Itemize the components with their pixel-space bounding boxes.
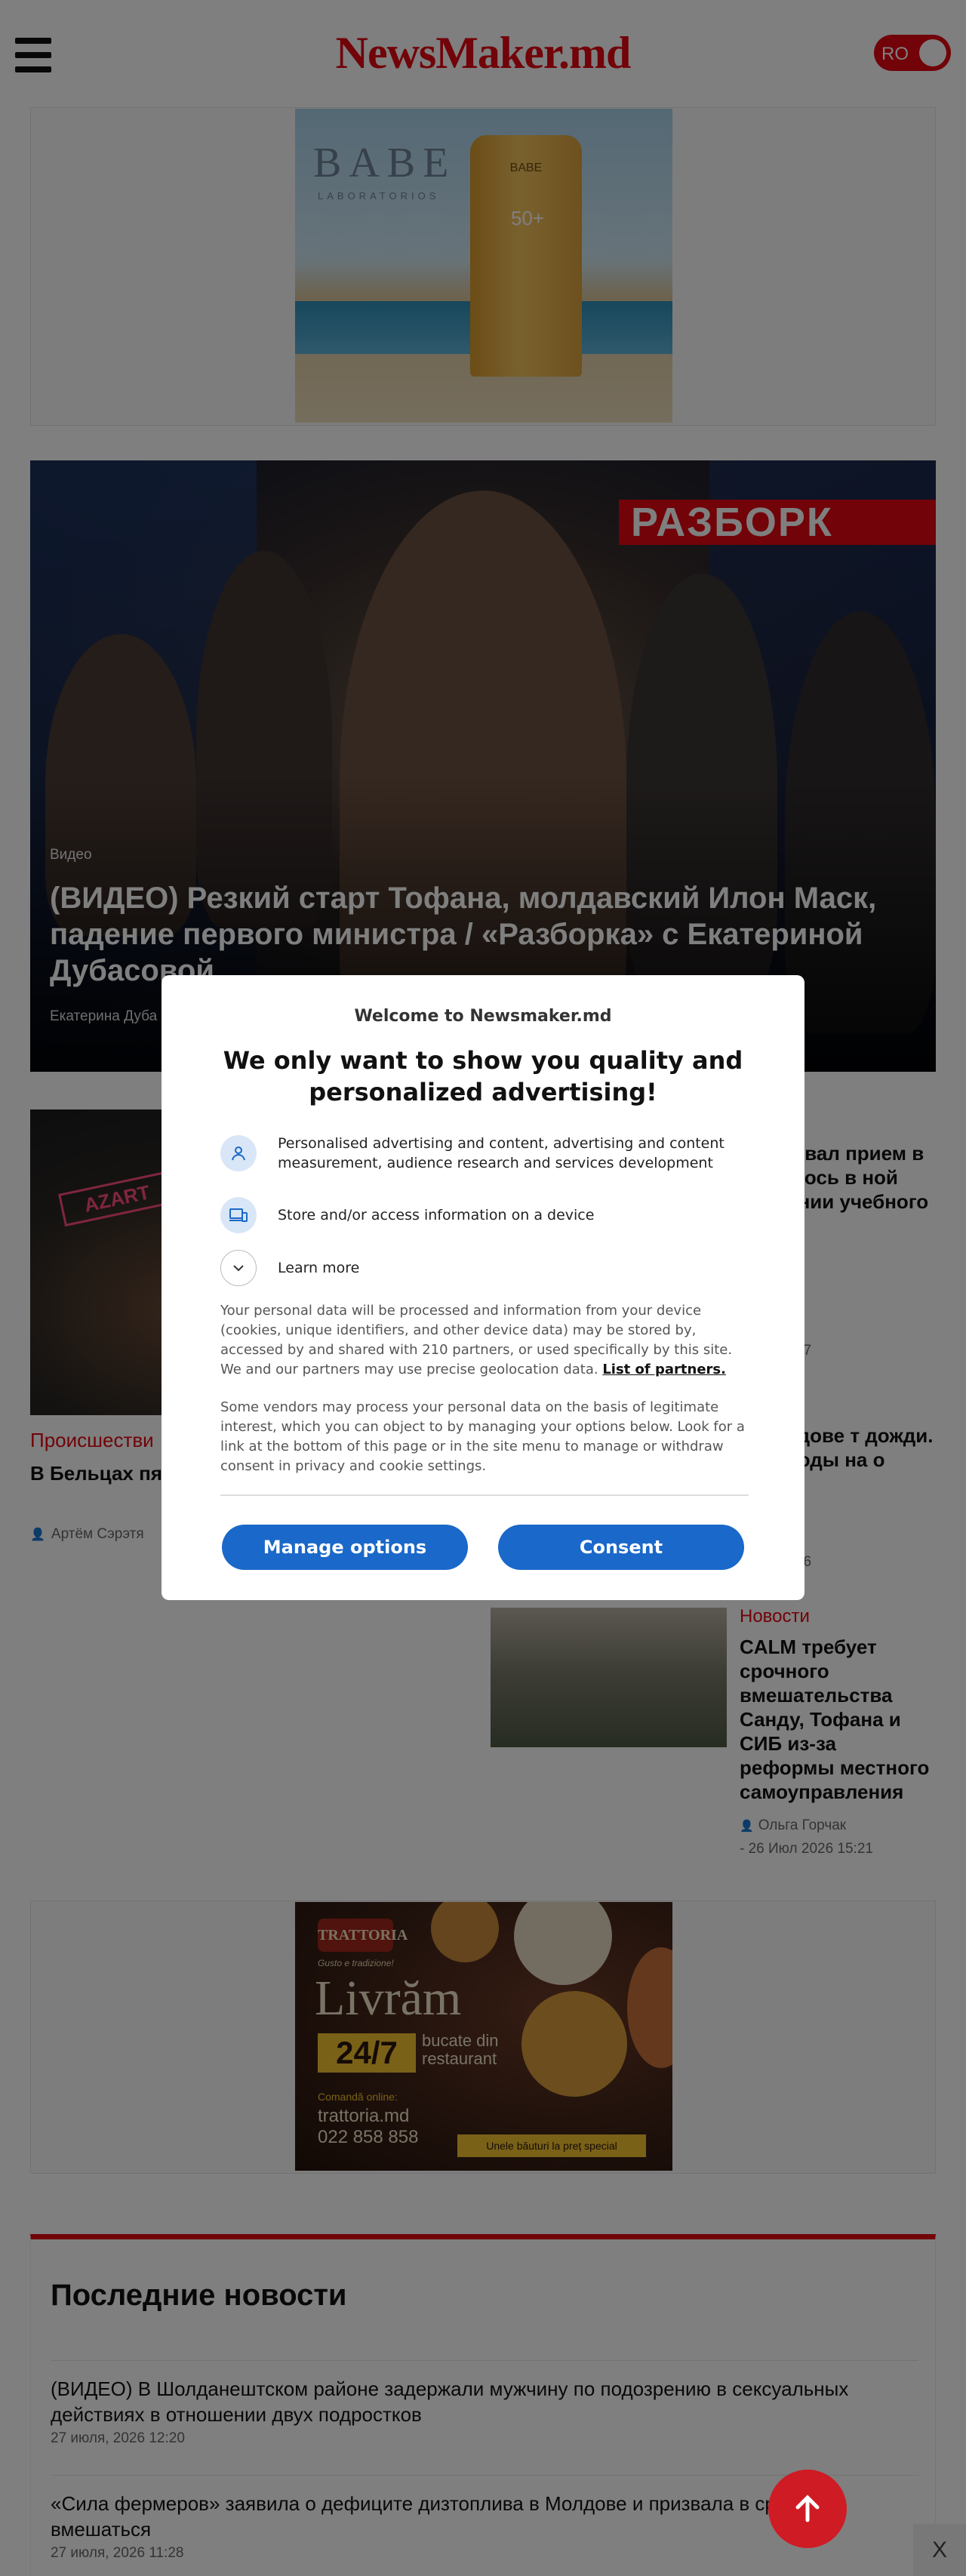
consent-purpose-text: Personalised advertising and content, ad…: [278, 1135, 724, 1171]
consent-welcome: Welcome to Newsmaker.md: [354, 1007, 612, 1026]
consent-dialog: Welcome to Newsmaker.md We only want to …: [162, 975, 804, 1600]
arrow-up-icon: [795, 2494, 820, 2522]
partners-link[interactable]: List of partners.: [602, 1362, 726, 1377]
person-icon: [220, 1135, 257, 1171]
learn-more-link[interactable]: Learn more: [278, 1258, 359, 1278]
consent-headline: We only want to show you quality and per…: [223, 1046, 743, 1106]
learn-more-row[interactable]: Learn more: [220, 1250, 764, 1286]
consent-purpose-row: Store and/or access information on a dev…: [220, 1197, 764, 1233]
consent-purpose-row: Personalised advertising and content, ad…: [220, 1134, 764, 1173]
manage-options-button[interactable]: Manage options: [222, 1525, 468, 1570]
consent-body-1: Your personal data will be processed and…: [220, 1301, 749, 1380]
close-ad-button[interactable]: X: [913, 2524, 966, 2576]
scroll-to-top-button[interactable]: [768, 2470, 847, 2548]
consent-purpose-text: Store and/or access information on a dev…: [278, 1207, 595, 1223]
consent-button[interactable]: Consent: [498, 1525, 744, 1570]
devices-icon: [220, 1197, 257, 1233]
chevron-down-icon[interactable]: [220, 1250, 257, 1286]
consent-body-2: Some vendors may process your personal d…: [220, 1399, 745, 1474]
consent-divider: [220, 1494, 749, 1496]
